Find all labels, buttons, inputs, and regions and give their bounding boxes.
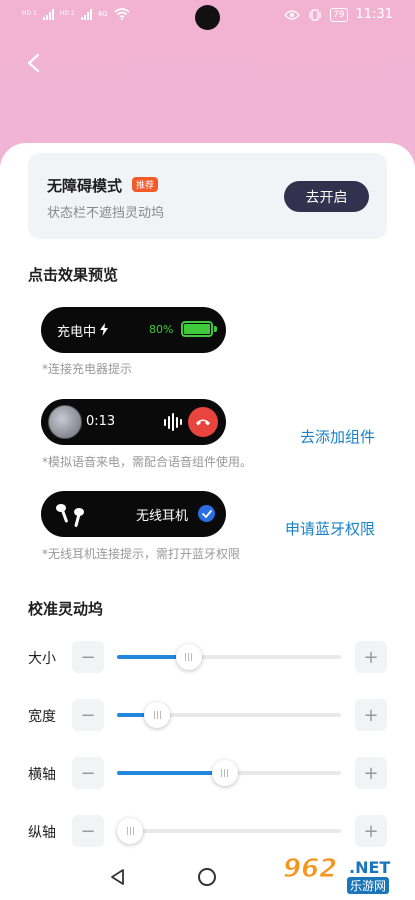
watermark-suffix: .NET — [349, 858, 391, 877]
recommend-badge: 推荐 — [132, 177, 159, 192]
earphone-label: 无线耳机 — [136, 509, 189, 524]
charging-preview-pill[interactable]: 充电中 80% — [41, 307, 226, 353]
calibration-section-title: 校准灵动坞 — [28, 600, 104, 618]
preview-section-title: 点击效果预览 — [28, 266, 119, 284]
check-icon — [198, 505, 215, 522]
lightning-icon — [100, 323, 108, 336]
charging-label: 充电中 — [57, 325, 97, 340]
row-label: 宽度 — [28, 709, 56, 725]
charging-hint: *连接充电器提示 — [42, 362, 133, 376]
voice-wave-icon — [164, 411, 182, 433]
slider-thumb[interactable] — [175, 644, 202, 670]
site-watermark: 962 .NET 乐游网 — [282, 852, 409, 896]
signal-group: HD 1 HD 2 4G — [22, 8, 130, 20]
sim2-tag: HD 2 — [59, 10, 75, 17]
add-widget-link[interactable]: 去添加组件 — [300, 426, 375, 447]
nav-back-icon[interactable] — [109, 868, 127, 886]
horizontal-axis-slider[interactable] — [117, 760, 341, 786]
card-subtitle: 状态栏不遮挡灵动坞 — [47, 206, 165, 221]
request-bluetooth-link[interactable]: 申请蓝牙权限 — [285, 518, 375, 539]
call-hint: *模拟语音来电，需配合语音组件使用。 — [42, 455, 253, 469]
earbuds-icon — [56, 504, 84, 527]
call-duration: 0:13 — [86, 414, 116, 429]
battery-tip — [214, 326, 217, 332]
increase-button[interactable]: + — [355, 699, 387, 731]
decrease-button[interactable]: − — [72, 699, 104, 731]
increase-button[interactable]: + — [355, 641, 387, 673]
slider-thumb[interactable] — [117, 818, 143, 844]
clock: 11:31 — [355, 7, 393, 22]
back-arrow-icon[interactable] — [24, 52, 44, 74]
call-preview-pill[interactable]: 0:13 — [41, 399, 226, 445]
row-label: 横轴 — [28, 767, 56, 783]
decrease-button[interactable]: − — [72, 757, 104, 789]
watermark-site-name: 乐游网 — [347, 877, 390, 894]
earphone-preview-pill[interactable]: 无线耳机 — [41, 491, 226, 537]
signal-icon — [42, 8, 54, 20]
enable-button[interactable]: 去开启 — [284, 181, 369, 212]
front-camera — [195, 5, 220, 30]
accessibility-mode-card: 无障碍模式 推荐 状态栏不遮挡灵动坞 去开启 — [28, 153, 387, 239]
card-title: 无障碍模式 — [47, 177, 123, 195]
row-label: 纵轴 — [28, 825, 56, 841]
decrease-button[interactable]: − — [72, 815, 104, 847]
caller-avatar — [48, 405, 82, 439]
increase-button[interactable]: + — [355, 757, 387, 789]
eye-icon — [284, 9, 300, 20]
earphone-hint: *无线耳机连接提示，需打开蓝牙权限 — [42, 547, 241, 561]
vertical-axis-slider[interactable] — [117, 818, 341, 844]
hangup-icon — [188, 407, 218, 437]
signal-icon — [80, 8, 92, 20]
watermark-number: 962 — [282, 854, 338, 885]
status-right: 79 11:31 — [284, 7, 393, 22]
sim1-tag: HD 1 — [22, 10, 37, 17]
network-type: 4G — [97, 10, 108, 18]
battery-green-icon — [181, 321, 213, 337]
wifi-icon — [114, 8, 130, 20]
increase-button[interactable]: + — [355, 815, 387, 847]
width-slider[interactable] — [117, 702, 341, 728]
battery-indicator: 79 — [330, 7, 348, 22]
row-label: 大小 — [28, 651, 56, 667]
status-bar: HD 1 HD 2 4G 79 11:31 — [0, 0, 415, 34]
vibrate-icon — [309, 8, 321, 21]
charging-percent: 80% — [149, 323, 174, 336]
nav-home-icon[interactable] — [198, 868, 216, 886]
size-slider[interactable] — [117, 644, 341, 670]
decrease-button[interactable]: − — [72, 641, 104, 673]
slider-thumb[interactable] — [211, 760, 238, 786]
